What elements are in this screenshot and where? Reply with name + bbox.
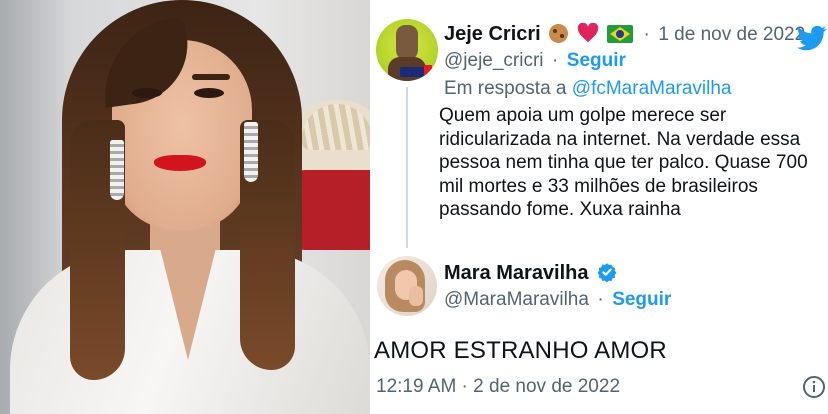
reply-follow-button[interactable]: Seguir: [612, 289, 671, 310]
tweet-screenshot: Jeje Cricri · 1 de nov de 2022 @jeje_cri…: [374, 0, 828, 414]
reply-to-prefix: Em resposta a: [444, 78, 567, 99]
photo-right-brow: [192, 74, 230, 80]
avatar-hand: [409, 286, 423, 306]
author-handle-row: @jeje_cricri · Seguir: [444, 50, 626, 72]
photo-right-earring: [244, 122, 258, 182]
photo-left-brow: [128, 74, 166, 80]
tweet-body-line: passando fome. Xuxa rainha: [439, 199, 681, 221]
jeje-avatar[interactable]: [376, 19, 438, 81]
tweet-body-line: Quem apoia um golpe merece ser: [439, 105, 727, 126]
reply-author-handle[interactable]: @MaraMaravilha: [444, 289, 589, 310]
avatar-figure-head: [396, 25, 418, 61]
mara-avatar[interactable]: [377, 256, 437, 316]
reply-to-line: Em resposta a @fcMaraMaravilha: [444, 78, 732, 100]
tweet-date[interactable]: 1 de nov de 2022: [658, 24, 805, 45]
author-name[interactable]: Jeje Cricri: [444, 23, 541, 45]
photo-right-eye: [194, 88, 224, 98]
reply-author-name[interactable]: Mara Maravilha: [444, 262, 589, 284]
tweet-body-line: pessoa nem tinha que ter palco. Quase 70…: [439, 152, 808, 174]
tweet-body-line: ridicularizada na internet. Na verdade e…: [439, 128, 801, 150]
photo-left-earring: [110, 140, 124, 200]
reply-handle-row: @MaraMaravilha · Seguir: [444, 289, 671, 311]
photo-chair-cushion: [300, 170, 370, 250]
avatar-campaign-number: [424, 65, 432, 77]
follow-button[interactable]: Seguir: [567, 50, 626, 71]
reply-text: AMOR ESTRANHO AMOR: [374, 337, 667, 364]
photo-left-eye: [132, 88, 162, 98]
author-handle[interactable]: @jeje_cricri: [444, 50, 544, 71]
tweet-header: Jeje Cricri · 1 de nov de 2022: [444, 22, 805, 48]
portrait-photo: [0, 0, 370, 414]
reply-timestamp[interactable]: 12:19 AM · 2 de nov de 2022: [376, 376, 620, 398]
heart-icon: [577, 22, 599, 48]
reply-header: Mara Maravilha: [444, 262, 617, 285]
tweet-body-line: mil mortes e 33 milhões de brasileiros: [439, 175, 758, 197]
verified-badge-icon: [597, 263, 617, 282]
brazil-flag-icon: [607, 25, 634, 43]
photo-lips: [154, 155, 206, 171]
header-separator: ·: [643, 24, 650, 45]
info-icon[interactable]: [802, 375, 826, 399]
handle-separator: ·: [551, 50, 559, 71]
twitter-bird-icon[interactable]: [796, 23, 828, 53]
reply-handle-separator: ·: [597, 289, 604, 310]
thread-line: [406, 87, 408, 248]
cookie-icon: [549, 24, 569, 43]
tweet-body: Quem apoia um golpe merece ser ridicular…: [439, 104, 828, 222]
reply-to-link[interactable]: @fcMaraMaravilha: [572, 78, 732, 99]
